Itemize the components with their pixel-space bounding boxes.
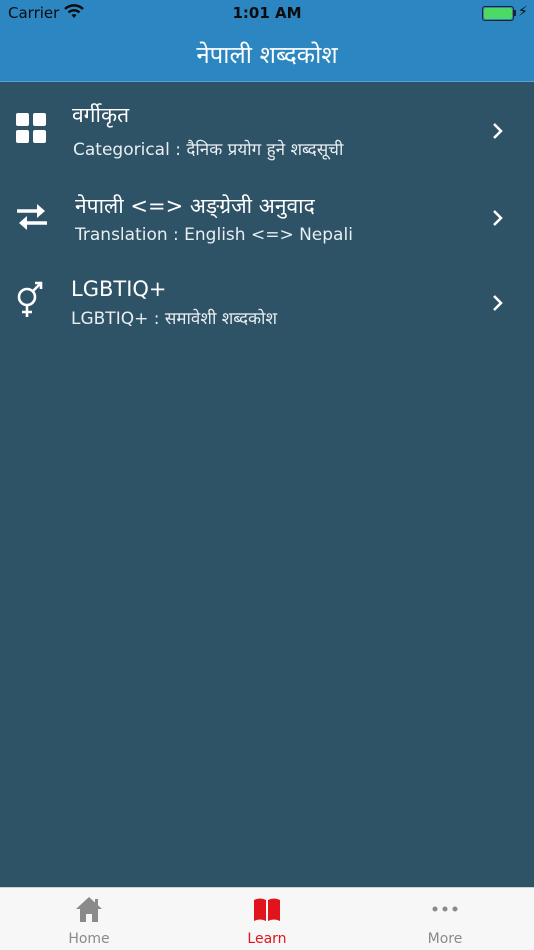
- grid-icon: [14, 111, 50, 147]
- battery-tip: [514, 10, 516, 16]
- clock: 1:01 AM: [232, 4, 302, 22]
- page-title: नेपाली शब्दकोश: [196, 41, 338, 69]
- tab-more[interactable]: More: [356, 888, 534, 950]
- list-item-subtitle: Categorical : दैनिक प्रयोग हुने शब्दसूची: [73, 140, 344, 160]
- tab-label: Home: [68, 931, 110, 947]
- list-item-subtitle: Translation : English <=> Nepali: [75, 225, 353, 245]
- home-icon: [74, 894, 104, 924]
- list-item-categorical[interactable]: वर्गीकृत Categorical : दैनिक प्रयोग हुने…: [0, 93, 534, 179]
- tab-label: More: [427, 931, 463, 947]
- chevron-right-icon: [490, 293, 504, 313]
- swap-arrows-icon: [14, 202, 50, 238]
- list-item-subtitle: LGBTIQ+ : समावेशी शब्दकोश: [71, 309, 278, 329]
- battery-icon: [482, 6, 514, 21]
- list-item-lgbtiq[interactable]: LGBTIQ+ LGBTIQ+ : समावेशी शब्दकोश: [0, 265, 534, 351]
- more-dots-icon: [430, 894, 460, 924]
- tab-bar: Home Learn More: [0, 887, 534, 950]
- list-item-title: LGBTIQ+: [71, 277, 167, 301]
- tab-home[interactable]: Home: [0, 888, 178, 950]
- chevron-right-icon: [490, 208, 504, 228]
- chevron-right-icon: [490, 121, 504, 141]
- nav-bar: नेपाली शब्दकोश: [0, 28, 534, 82]
- charging-icon: ⚡: [518, 4, 528, 20]
- tab-label: Learn: [247, 931, 287, 947]
- book-icon: [252, 894, 282, 924]
- gender-symbol-icon: [14, 281, 50, 317]
- list-item-translation[interactable]: नेपाली <=> अङ्ग्रेजी अनुवाद Translation …: [0, 180, 534, 266]
- list-item-title: नेपाली <=> अङ्ग्रेजी अनुवाद: [75, 194, 315, 218]
- status-bar: Carrier 1:01 AM ⚡: [0, 0, 534, 28]
- tab-learn[interactable]: Learn: [178, 888, 356, 950]
- list-item-title: वर्गीकृत: [72, 103, 130, 127]
